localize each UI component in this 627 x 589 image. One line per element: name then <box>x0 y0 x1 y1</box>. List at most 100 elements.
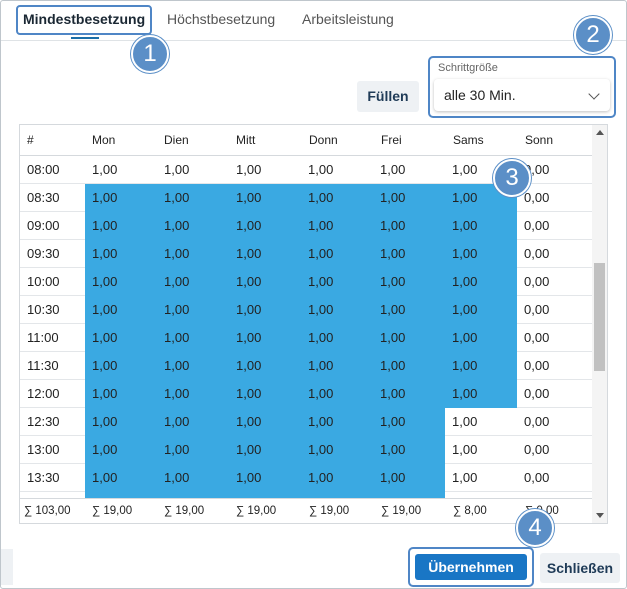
column-header[interactable]: Donn <box>309 133 338 147</box>
value-cell[interactable]: 1,00 <box>445 212 517 240</box>
value-cell[interactable]: 1,00 <box>373 268 445 296</box>
column-header[interactable]: # <box>27 133 34 147</box>
value-cell[interactable]: 1,00 <box>445 380 517 408</box>
value-cell[interactable]: 1,00 <box>85 352 157 380</box>
left-button-stub[interactable] <box>1 549 13 585</box>
value-cell[interactable]: 1,00 <box>445 464 517 492</box>
value-cell[interactable]: 1,00 <box>85 324 157 352</box>
value-cell[interactable]: 1,00 <box>229 212 301 240</box>
value-cell[interactable]: 1,00 <box>229 408 301 436</box>
column-header[interactable]: Sams <box>453 133 484 147</box>
value-cell[interactable]: 1,00 <box>157 156 229 184</box>
value-cell[interactable]: 1,00 <box>229 464 301 492</box>
column-header[interactable]: Mon <box>92 133 115 147</box>
value-cell[interactable]: 1,00 <box>157 268 229 296</box>
value-cell[interactable]: 0,00 <box>517 380 592 408</box>
step-size-select[interactable]: alle 30 Min. <box>434 79 610 111</box>
value-cell[interactable]: 1,00 <box>229 156 301 184</box>
value-cell[interactable]: 1,00 <box>157 408 229 436</box>
value-cell[interactable]: 1,00 <box>373 352 445 380</box>
value-cell[interactable]: 1,00 <box>85 296 157 324</box>
value-cell[interactable]: 1,00 <box>373 464 445 492</box>
value-cell[interactable]: 1,00 <box>301 156 373 184</box>
value-cell[interactable]: 1,00 <box>301 436 373 464</box>
column-header[interactable]: Sonn <box>525 133 553 147</box>
value-cell[interactable]: 1,00 <box>229 436 301 464</box>
value-cell[interactable]: 1,00 <box>301 408 373 436</box>
value-cell[interactable]: 1,00 <box>301 352 373 380</box>
scroll-down-icon[interactable] <box>596 513 604 518</box>
value-cell[interactable]: 1,00 <box>229 184 301 212</box>
value-cell[interactable]: 0,00 <box>517 240 592 268</box>
value-cell[interactable]: 0,00 <box>517 408 592 436</box>
value-cell[interactable]: 1,00 <box>85 464 157 492</box>
scrollbar-thumb[interactable] <box>594 263 605 371</box>
value-cell[interactable]: 1,00 <box>85 212 157 240</box>
value-cell[interactable]: 1,00 <box>157 184 229 212</box>
value-cell[interactable]: 1,00 <box>301 380 373 408</box>
value-cell[interactable]: 1,00 <box>445 324 517 352</box>
value-cell[interactable]: 1,00 <box>85 408 157 436</box>
value-cell[interactable]: 1,00 <box>301 268 373 296</box>
value-cell[interactable]: 1,00 <box>301 464 373 492</box>
value-cell[interactable]: 1,00 <box>85 380 157 408</box>
value-cell[interactable]: 1,00 <box>229 296 301 324</box>
value-cell[interactable]: 1,00 <box>301 184 373 212</box>
value-cell[interactable]: 1,00 <box>157 464 229 492</box>
apply-button[interactable]: Übernehmen <box>415 554 527 580</box>
value-cell[interactable]: 1,00 <box>157 240 229 268</box>
close-button[interactable]: Schließen <box>540 553 620 583</box>
value-cell[interactable]: 1,00 <box>229 324 301 352</box>
value-cell[interactable]: 1,00 <box>301 296 373 324</box>
value-cell[interactable]: 1,00 <box>373 184 445 212</box>
value-cell[interactable]: 1,00 <box>85 240 157 268</box>
value-cell[interactable]: 1,00 <box>445 408 517 436</box>
column-header[interactable]: Mitt <box>236 133 255 147</box>
value-cell[interactable]: 1,00 <box>85 436 157 464</box>
value-cell[interactable]: 1,00 <box>157 212 229 240</box>
value-cell[interactable]: 1,00 <box>373 296 445 324</box>
value-cell[interactable]: 1,00 <box>229 380 301 408</box>
value-cell[interactable]: 1,00 <box>445 436 517 464</box>
value-cell[interactable]: 1,00 <box>373 324 445 352</box>
value-cell[interactable]: 1,00 <box>85 184 157 212</box>
value-cell[interactable]: 1,00 <box>445 352 517 380</box>
value-cell[interactable]: 1,00 <box>85 268 157 296</box>
column-header[interactable]: Frei <box>381 133 402 147</box>
value-cell[interactable]: 1,00 <box>373 240 445 268</box>
column-header[interactable]: Dien <box>164 133 189 147</box>
value-cell[interactable]: 1,00 <box>373 436 445 464</box>
value-cell[interactable]: 1,00 <box>157 380 229 408</box>
value-cell[interactable]: 1,00 <box>85 156 157 184</box>
value-cell[interactable]: 1,00 <box>157 324 229 352</box>
value-cell[interactable]: 1,00 <box>373 408 445 436</box>
value-cell[interactable]: 1,00 <box>445 268 517 296</box>
value-cell[interactable]: 1,00 <box>445 296 517 324</box>
fill-button[interactable]: Füllen <box>357 81 419 112</box>
value-cell[interactable]: 0,00 <box>517 212 592 240</box>
value-cell[interactable]: 0,00 <box>517 184 592 212</box>
value-cell[interactable]: 1,00 <box>301 324 373 352</box>
scroll-up-icon[interactable] <box>596 130 604 135</box>
value-cell[interactable]: 1,00 <box>229 268 301 296</box>
value-cell[interactable]: 1,00 <box>157 296 229 324</box>
value-cell[interactable]: 1,00 <box>373 156 445 184</box>
value-cell[interactable]: 0,00 <box>517 352 592 380</box>
value-cell[interactable]: 1,00 <box>157 352 229 380</box>
vertical-scrollbar[interactable] <box>592 125 607 523</box>
value-cell[interactable]: 1,00 <box>445 240 517 268</box>
value-cell[interactable]: 0,00 <box>517 268 592 296</box>
value-cell[interactable]: 1,00 <box>301 212 373 240</box>
value-cell[interactable]: 1,00 <box>373 212 445 240</box>
tab-hoechstbesetzung[interactable]: Höchstbesetzung <box>167 11 275 27</box>
value-cell[interactable]: 1,00 <box>373 380 445 408</box>
value-cell[interactable]: 0,00 <box>517 464 592 492</box>
tab-arbeitsleistung[interactable]: Arbeitsleistung <box>302 11 394 27</box>
value-cell[interactable]: 0,00 <box>517 436 592 464</box>
value-cell[interactable]: 1,00 <box>157 436 229 464</box>
value-cell[interactable]: 1,00 <box>229 352 301 380</box>
value-cell[interactable]: 0,00 <box>517 296 592 324</box>
value-cell[interactable]: 0,00 <box>517 324 592 352</box>
value-cell[interactable]: 1,00 <box>229 240 301 268</box>
value-cell[interactable]: 1,00 <box>301 240 373 268</box>
